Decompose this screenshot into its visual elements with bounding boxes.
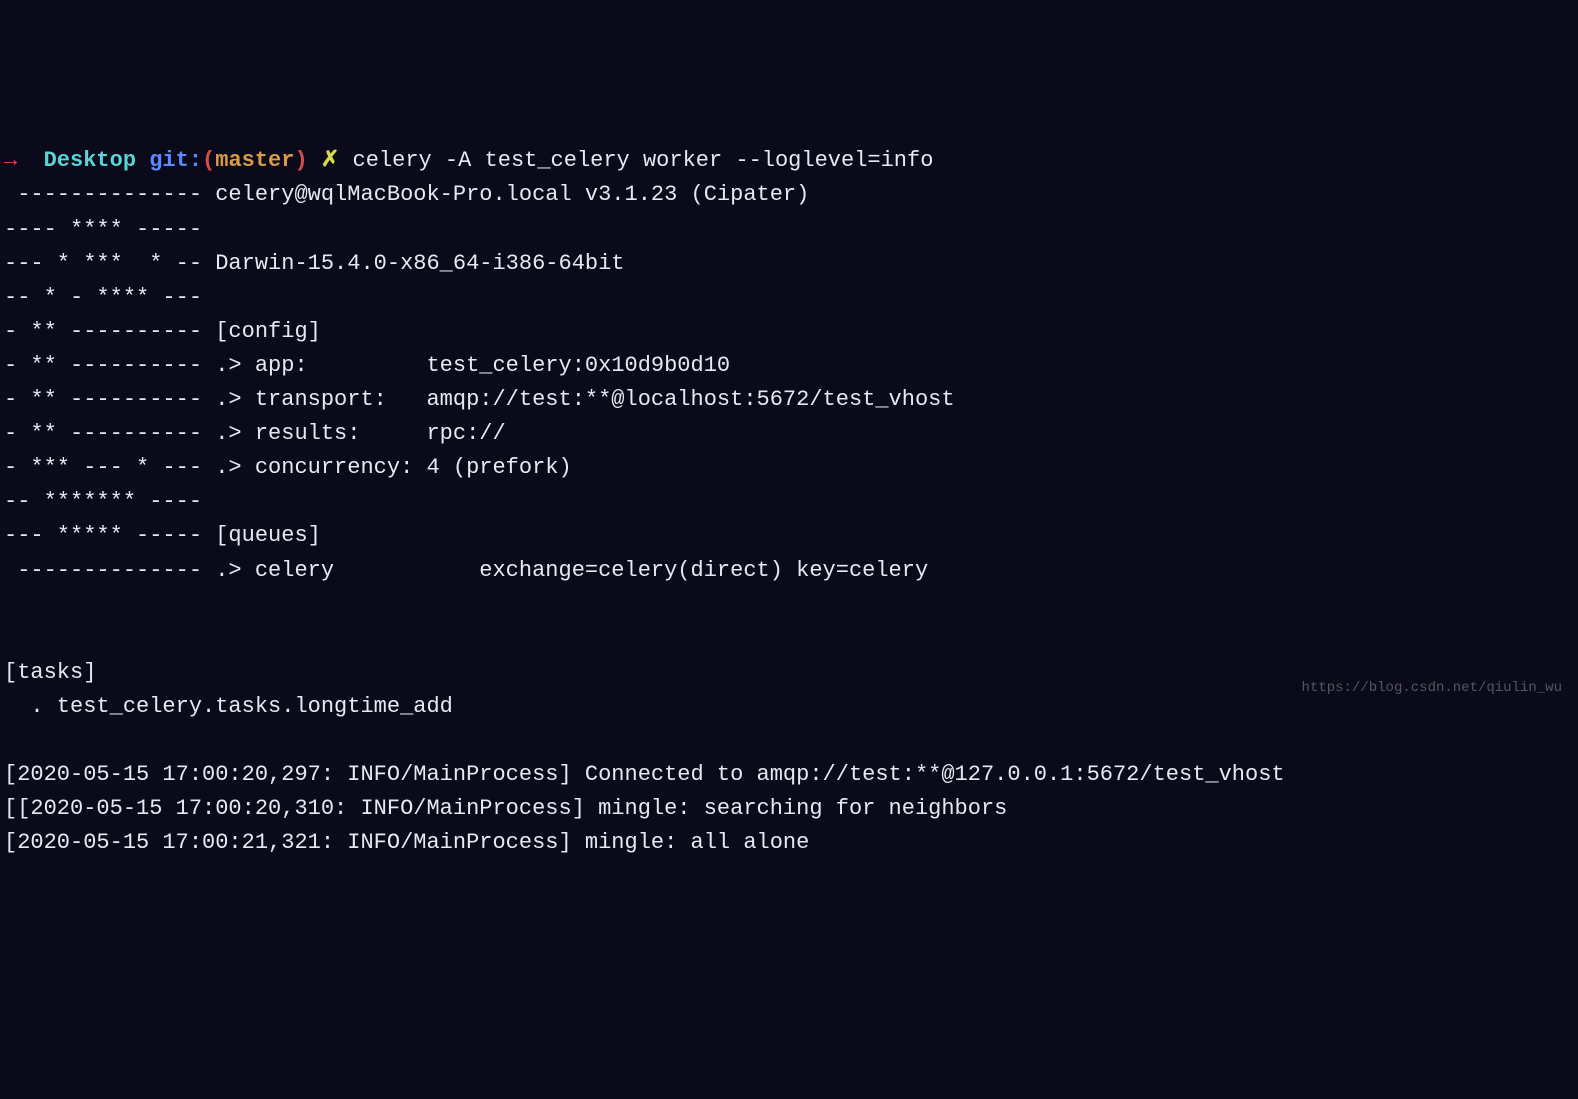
terminal-output: → Desktop git:(master) ✗ celery -A test_… (4, 144, 1574, 860)
command-text[interactable]: celery -A test_celery worker --loglevel=… (353, 148, 934, 173)
output-line: -- ******* ---- (4, 489, 202, 514)
output-line: [2020-05-15 17:00:20,297: INFO/MainProce… (4, 762, 1285, 787)
output-line: . test_celery.tasks.longtime_add (4, 694, 453, 719)
prompt-colon: : (189, 148, 202, 173)
output-line: - ** ---------- [config] (4, 319, 321, 344)
output-line: -------------- .> celery exchange=celery… (4, 558, 928, 583)
output-line: [[2020-05-15 17:00:20,310: INFO/MainProc… (4, 796, 1007, 821)
output-line: -------------- celery@wqlMacBook-Pro.loc… (4, 182, 809, 207)
output-line: - *** --- * --- .> concurrency: 4 (prefo… (4, 455, 572, 480)
output-line: --- * *** * -- Darwin-15.4.0-x86_64-i386… (4, 251, 625, 276)
prompt-dirty-icon: ✗ (321, 148, 339, 173)
watermark-text: https://blog.csdn.net/qiulin_wu (1302, 678, 1562, 700)
prompt-arrow: → (4, 148, 17, 173)
output-line: ---- **** ----- (4, 217, 202, 242)
output-line: - ** ---------- .> results: rpc:// (4, 421, 506, 446)
output-line: - ** ---------- .> app: test_celery:0x10… (4, 353, 730, 378)
output-line: --- ***** ----- [queues] (4, 523, 321, 548)
output-line (4, 592, 215, 617)
prompt-cwd: Desktop (44, 148, 136, 173)
prompt-open-paren: ( (202, 148, 215, 173)
prompt-close-paren: ) (294, 148, 307, 173)
prompt-branch: master (215, 148, 294, 173)
prompt-git-label: git (149, 148, 189, 173)
output-line: [tasks] (4, 660, 96, 685)
output-line: -- * - **** --- (4, 285, 202, 310)
output-line: - ** ---------- .> transport: amqp://tes… (4, 387, 955, 412)
output-line: [2020-05-15 17:00:21,321: INFO/MainProce… (4, 830, 809, 855)
